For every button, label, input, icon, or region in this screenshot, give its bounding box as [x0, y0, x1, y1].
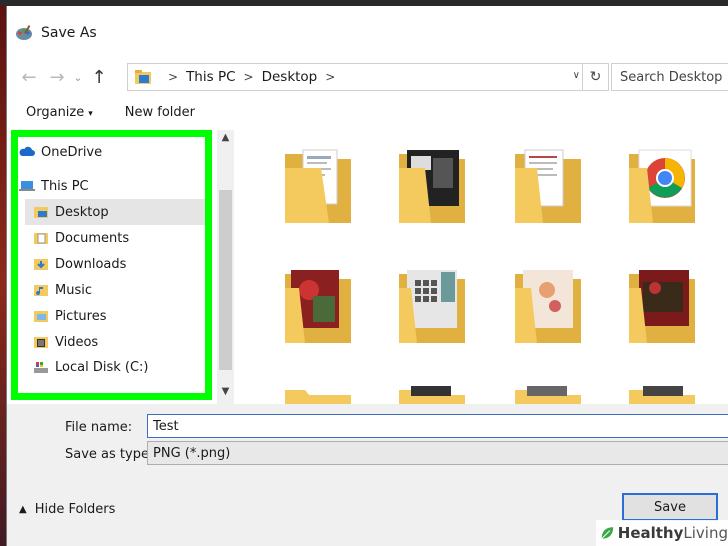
paint-app-icon [16, 25, 32, 40]
highlight-box [11, 130, 212, 400]
organize-button[interactable]: Organize ▾ [26, 105, 93, 120]
new-folder-button[interactable]: New folder [125, 105, 195, 120]
leaf-logo-icon [601, 527, 614, 540]
folder-photo-icon [399, 270, 465, 343]
folder-item[interactable] [509, 146, 589, 228]
hide-folders-label: Hide Folders [34, 502, 116, 517]
folder-item[interactable] [625, 266, 705, 348]
refresh-icon[interactable]: ↻ [582, 64, 608, 90]
folder-item[interactable] [509, 382, 589, 404]
folder-item[interactable] [509, 266, 589, 348]
folder-icon [629, 386, 695, 404]
folder-item[interactable] [625, 146, 705, 228]
back-arrow-icon[interactable]: ← [15, 63, 43, 91]
folder-photo-icon [285, 270, 351, 343]
watermark-text: Living [683, 524, 728, 542]
breadcrumb-separator: > [168, 70, 179, 84]
address-dropdown-icon[interactable]: ∨ [573, 70, 580, 81]
forward-arrow-icon[interactable]: → [43, 63, 71, 91]
folder-photo-icon [515, 270, 581, 343]
navigation-bar: ← → ⌄ ↑ > This PC > Desktop > ∨ ↻ Search… [7, 60, 728, 94]
caret-down-icon: ▾ [88, 108, 93, 119]
recent-locations-chevron-icon[interactable]: ⌄ [71, 63, 85, 91]
folder-icon [515, 386, 581, 404]
organize-label: Organize [26, 104, 85, 120]
folder-item[interactable] [393, 382, 473, 404]
up-arrow-icon[interactable]: ↑ [85, 63, 113, 91]
file-name-input[interactable]: Test [147, 414, 728, 438]
folder-item[interactable] [393, 266, 473, 348]
breadcrumb-separator: > [325, 70, 336, 84]
hide-folders-button[interactable]: ▲ Hide Folders [19, 502, 115, 517]
folder-icon [285, 390, 351, 404]
title-bar[interactable]: Save As [7, 6, 728, 60]
breadcrumb-desktop[interactable]: Desktop [262, 69, 318, 85]
window-title: Save As [41, 25, 97, 41]
folder-item[interactable] [393, 146, 473, 228]
folder-document-icon [515, 149, 581, 223]
folder-item[interactable] [625, 382, 705, 404]
file-name-label: File name: [65, 420, 133, 435]
folder-item[interactable] [279, 146, 359, 228]
healthy-living-watermark: Healthy Living [596, 520, 728, 546]
scroll-down-icon[interactable]: ▼ [217, 386, 234, 402]
folder-document-icon [285, 149, 351, 223]
folder-icon [399, 386, 465, 404]
file-list [239, 130, 728, 404]
breadcrumb-this-pc[interactable]: This PC [186, 69, 235, 85]
folder-item[interactable] [279, 382, 359, 404]
search-input[interactable]: Search Desktop [611, 63, 728, 91]
scrollbar-thumb[interactable] [219, 190, 232, 370]
folder-chrome-icon [629, 149, 695, 223]
navigation-pane: OneDrive This PC Desktop Documents Downl… [7, 130, 239, 404]
address-bar[interactable]: > This PC > Desktop > ∨ ↻ [127, 63, 609, 91]
chevron-up-icon: ▲ [19, 504, 27, 515]
folder-screenshot-icon [399, 150, 465, 223]
breadcrumb-separator: > [243, 70, 254, 84]
command-toolbar: Organize ▾ New folder [7, 94, 728, 130]
folder-photo-icon [629, 270, 695, 343]
watermark-text-bold: Healthy [617, 524, 684, 542]
scroll-up-icon[interactable]: ▲ [217, 132, 234, 148]
desktop-location-icon [135, 70, 151, 84]
folder-item[interactable] [279, 266, 359, 348]
save-button[interactable]: Save [622, 493, 718, 521]
save-as-type-label: Save as type: [65, 447, 154, 462]
save-as-type-select[interactable]: PNG (*.png) [147, 441, 728, 465]
navigation-pane-scrollbar[interactable]: ▲ ▼ [217, 130, 234, 404]
save-as-dialog: Save As ← → ⌄ ↑ > This PC > Desktop > ∨ … [6, 6, 728, 546]
